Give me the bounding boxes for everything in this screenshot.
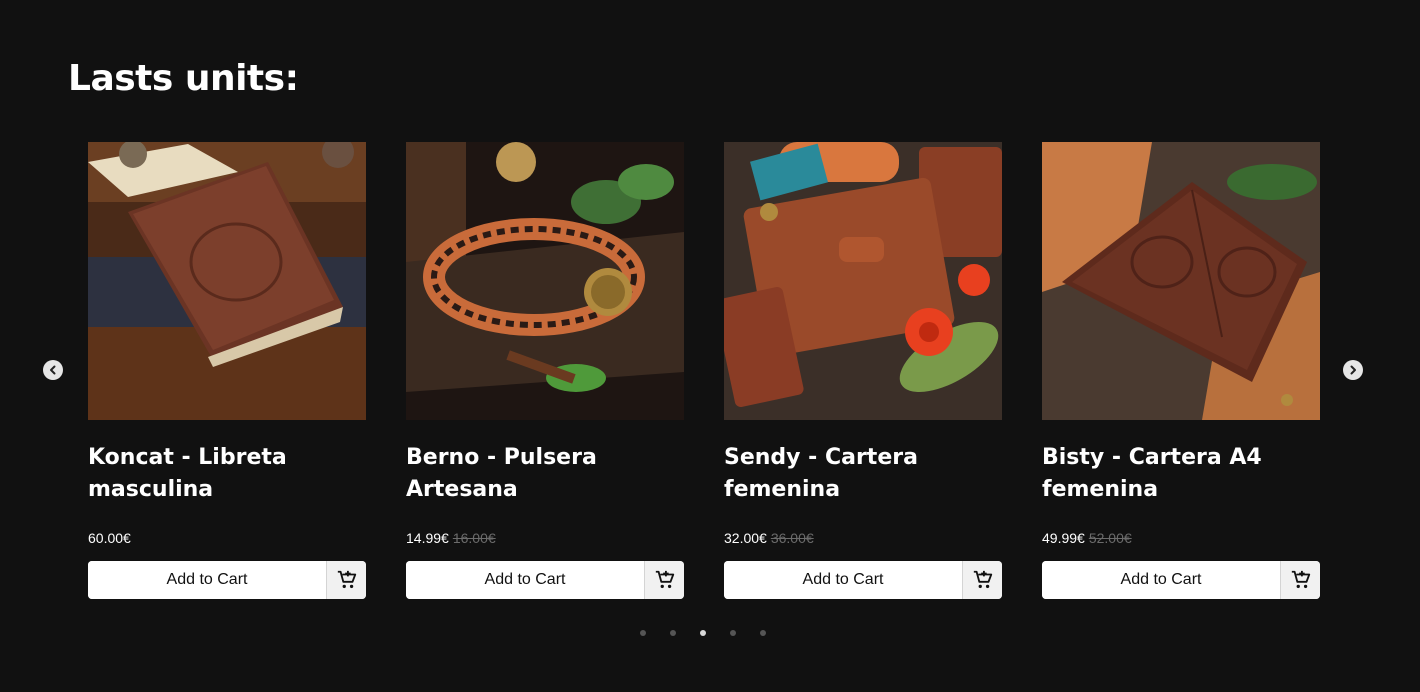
carousel-next-button[interactable] — [1343, 360, 1363, 380]
cart-icon-button[interactable] — [326, 561, 366, 599]
product-image-wallet-embossed[interactable] — [1042, 142, 1320, 420]
carousel-pagination — [640, 630, 766, 636]
product-old-price: 52.00€ — [1088, 530, 1132, 546]
product-price: 49.99€ — [1042, 530, 1085, 546]
product-price: 14.99€ — [406, 530, 449, 546]
cart-icon-button[interactable] — [1280, 561, 1320, 599]
add-to-cart-button[interactable]: Add to Cart — [88, 561, 326, 599]
add-to-cart-button[interactable]: Add to Cart — [1042, 561, 1280, 599]
product-card: Sendy - Cartera femenina 32.00€ 36.00€ A… — [724, 142, 1002, 599]
product-image-notebook[interactable] — [88, 142, 366, 420]
cart-icon-button[interactable] — [962, 561, 1002, 599]
price-row: 60.00€ — [88, 526, 366, 550]
section-title: Lasts units: — [68, 58, 299, 99]
product-card: Koncat - Libreta masculina 60.00€ Add to… — [88, 142, 366, 599]
product-title[interactable]: Berno - Pulsera Artesana — [406, 442, 684, 506]
cart-plus-icon — [973, 570, 992, 589]
chevron-left-icon — [50, 365, 56, 375]
add-to-cart-row: Add to Cart — [724, 561, 1002, 599]
add-to-cart-button[interactable]: Add to Cart — [724, 561, 962, 599]
carousel-dot-5[interactable] — [760, 630, 766, 636]
product-image-wallet-flowers[interactable] — [724, 142, 1002, 420]
product-old-price: 36.00€ — [770, 530, 814, 546]
carousel-dot-1[interactable] — [640, 630, 646, 636]
cart-icon-button[interactable] — [644, 561, 684, 599]
cart-plus-icon — [655, 570, 674, 589]
carousel-dot-2[interactable] — [670, 630, 676, 636]
product-price: 60.00€ — [88, 530, 131, 546]
product-card: Berno - Pulsera Artesana 14.99€ 16.00€ A… — [406, 142, 684, 599]
product-old-price: 16.00€ — [452, 530, 496, 546]
carousel-dot-3[interactable] — [700, 630, 706, 636]
product-card: Bisty - Cartera A4 femenina 49.99€ 52.00… — [1042, 142, 1320, 599]
add-to-cart-row: Add to Cart — [406, 561, 684, 599]
price-row: 49.99€ 52.00€ — [1042, 526, 1320, 550]
product-title[interactable]: Bisty - Cartera A4 femenina — [1042, 442, 1320, 506]
product-image-bracelet[interactable] — [406, 142, 684, 420]
cart-plus-icon — [1291, 570, 1310, 589]
product-title[interactable]: Koncat - Libreta masculina — [88, 442, 366, 506]
add-to-cart-button[interactable]: Add to Cart — [406, 561, 644, 599]
add-to-cart-row: Add to Cart — [88, 561, 366, 599]
product-price: 32.00€ — [724, 530, 767, 546]
product-title[interactable]: Sendy - Cartera femenina — [724, 442, 1002, 506]
cart-plus-icon — [337, 570, 356, 589]
carousel-dot-4[interactable] — [730, 630, 736, 636]
price-row: 32.00€ 36.00€ — [724, 526, 1002, 550]
chevron-right-icon — [1350, 365, 1356, 375]
carousel-prev-button[interactable] — [43, 360, 63, 380]
price-row: 14.99€ 16.00€ — [406, 526, 684, 550]
add-to-cart-row: Add to Cart — [1042, 561, 1320, 599]
